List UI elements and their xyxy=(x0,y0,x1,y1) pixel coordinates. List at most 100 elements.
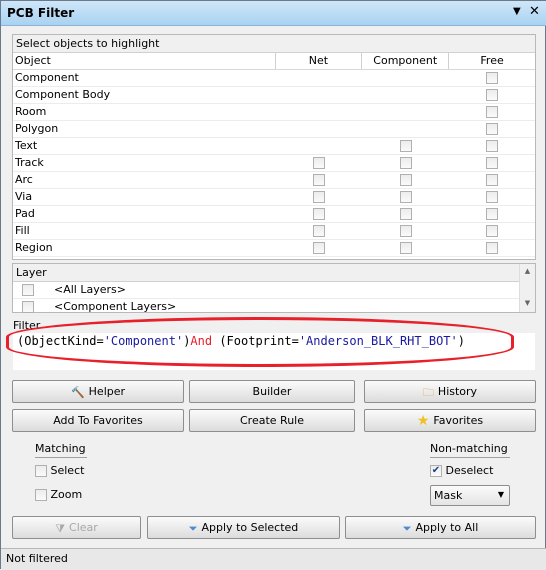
add-to-favorites-button[interactable]: Add To Favorites xyxy=(12,409,184,432)
free-cell xyxy=(449,189,535,205)
clear-filter-icon: ⧩ xyxy=(55,521,66,535)
favorites-label: Favorites xyxy=(433,414,484,427)
history-label: History xyxy=(437,385,478,398)
net-cell xyxy=(276,172,363,188)
zoom-checkbox[interactable]: Zoom xyxy=(35,488,82,501)
component-checkbox[interactable] xyxy=(399,157,412,169)
net-checkbox[interactable] xyxy=(312,242,325,254)
component-checkbox[interactable] xyxy=(399,191,412,203)
close-icon[interactable]: ✕ xyxy=(529,4,540,19)
component-checkbox[interactable] xyxy=(399,174,412,186)
column-header[interactable]: Component xyxy=(362,53,450,69)
object-label: Component Body xyxy=(15,88,111,101)
free-checkbox[interactable] xyxy=(486,140,499,152)
free-cell xyxy=(449,104,535,120)
free-checkbox[interactable] xyxy=(486,225,499,237)
helper-button[interactable]: 🔨 Helper xyxy=(12,380,184,403)
column-header[interactable]: Free xyxy=(449,53,535,69)
free-checkbox[interactable] xyxy=(486,208,499,220)
free-checkbox[interactable] xyxy=(486,106,499,118)
layer-item[interactable]: <Component Layers> xyxy=(13,299,519,316)
clear-button[interactable]: ⧩ Clear xyxy=(12,516,141,539)
clear-label: Clear xyxy=(69,521,98,534)
net-cell xyxy=(276,223,363,239)
highlight-ellipse xyxy=(6,317,514,367)
status-bar: Not filtered xyxy=(1,548,546,570)
apply-to-all-button[interactable]: ⏷ Apply to All xyxy=(345,516,536,539)
column-headers: Object Net Component Free xyxy=(13,53,535,70)
component-checkbox[interactable] xyxy=(399,242,412,254)
non-matching-label: Non-matching xyxy=(430,442,510,458)
object-label: Room xyxy=(15,105,47,118)
select-checkbox[interactable]: Select xyxy=(35,464,84,477)
net-checkbox[interactable] xyxy=(312,208,325,220)
matching-label: Matching xyxy=(35,442,87,458)
free-checkbox[interactable] xyxy=(486,89,499,101)
net-checkbox[interactable] xyxy=(312,191,325,203)
component-cell xyxy=(362,240,449,256)
component-cell xyxy=(362,138,449,154)
create-rule-button[interactable]: Create Rule xyxy=(189,409,355,432)
component-checkbox[interactable] xyxy=(399,225,412,237)
layer-checkbox[interactable] xyxy=(22,301,34,313)
net-cell xyxy=(276,70,363,86)
apply-to-selected-button[interactable]: ⏷ Apply to Selected xyxy=(147,516,340,539)
component-checkbox[interactable] xyxy=(399,208,412,220)
net-checkbox[interactable] xyxy=(312,174,325,186)
chevron-down-icon: ▼ xyxy=(497,490,504,499)
free-checkbox[interactable] xyxy=(486,157,499,169)
net-checkbox[interactable] xyxy=(312,225,325,237)
table-row: Via xyxy=(13,189,535,206)
component-checkbox[interactable] xyxy=(399,140,412,152)
object-label: Via xyxy=(15,190,33,203)
scroll-up-icon[interactable]: ▲ xyxy=(520,267,535,275)
net-checkbox[interactable] xyxy=(312,157,325,169)
free-checkbox[interactable] xyxy=(486,123,499,135)
checkbox[interactable] xyxy=(35,465,47,477)
column-header[interactable]: Net xyxy=(276,53,363,69)
free-cell xyxy=(449,206,535,222)
layer-item[interactable]: <All Layers> xyxy=(13,282,519,299)
favorites-button[interactable]: ★ Favorites xyxy=(364,409,536,432)
table-row: Text xyxy=(13,138,535,155)
star-icon: ★ xyxy=(416,412,430,429)
free-cell xyxy=(449,240,535,256)
column-header[interactable]: Object xyxy=(13,53,276,69)
builder-button[interactable]: Builder xyxy=(189,380,355,403)
free-checkbox[interactable] xyxy=(486,191,499,203)
funnel-icon: ⏷ xyxy=(188,521,198,535)
history-button[interactable]: 🗀 History xyxy=(364,380,536,403)
object-label: Polygon xyxy=(15,122,59,135)
mask-dropdown[interactable]: Mask ▼ xyxy=(430,485,510,506)
free-checkbox[interactable] xyxy=(486,174,499,186)
free-cell xyxy=(449,155,535,171)
object-label: Arc xyxy=(15,173,33,186)
component-cell xyxy=(362,70,449,86)
table-row: Component Body xyxy=(13,87,535,104)
checkmark-icon[interactable]: ✔ xyxy=(430,465,442,477)
title-bar: PCB Filter ▼ ✕ xyxy=(1,1,546,26)
table-row: Region xyxy=(13,240,535,257)
checkbox[interactable] xyxy=(35,489,47,501)
status-text: Not filtered xyxy=(6,552,68,565)
deselect-checkbox[interactable]: ✔ Deselect xyxy=(430,464,493,477)
deselect-label: Deselect xyxy=(445,464,494,477)
component-cell xyxy=(362,155,449,171)
object-label: Text xyxy=(15,139,38,152)
dropdown-arrow-icon[interactable]: ▼ xyxy=(513,6,521,17)
table-row: Room xyxy=(13,104,535,121)
component-cell xyxy=(362,172,449,188)
window-title: PCB Filter xyxy=(7,6,75,20)
component-cell xyxy=(362,206,449,222)
free-checkbox[interactable] xyxy=(486,72,499,84)
scroll-down-icon[interactable]: ▼ xyxy=(520,299,535,307)
layer-checkbox[interactable] xyxy=(22,284,34,296)
layer-panel: Layer <All Layers> <Component Layers> ▲ ▼ xyxy=(12,263,536,316)
history-folder-icon: 🗀 xyxy=(422,385,434,399)
table-row: Track xyxy=(13,155,535,172)
scrollbar[interactable]: ▲ ▼ xyxy=(519,264,535,312)
component-cell xyxy=(362,121,449,137)
funnel-icon: ⏷ xyxy=(402,521,412,535)
free-checkbox[interactable] xyxy=(486,242,499,254)
mask-value: Mask xyxy=(434,489,463,502)
